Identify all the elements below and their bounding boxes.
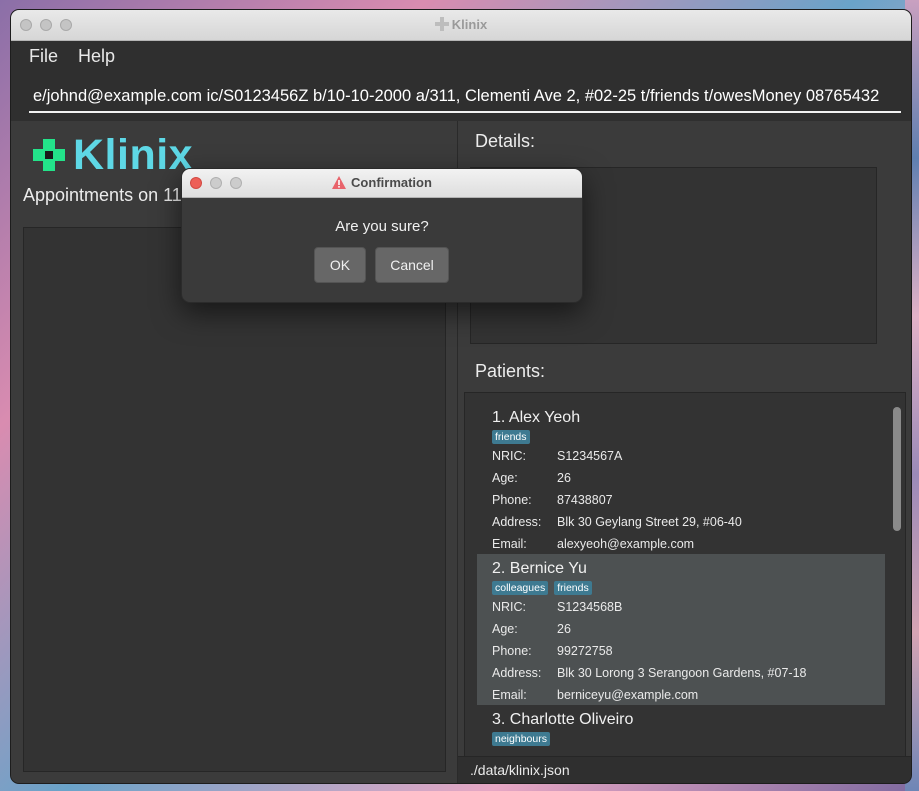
nric-row: NRIC: S1234567A (492, 445, 885, 467)
address-row: Address: Blk 30 Lorong 3 Serangoon Garden… (492, 662, 885, 684)
age-label: Age: (492, 622, 518, 636)
appointments-list[interactable] (23, 227, 446, 772)
tag-badge: colleagues (492, 581, 549, 595)
age-row: Age: 26 (492, 618, 885, 640)
email-label: Email: (492, 537, 527, 551)
app-logo: Klinix (31, 133, 193, 177)
patient-list-scrollbar[interactable] (893, 407, 901, 531)
window-title: Klinix (11, 17, 911, 32)
menu-help[interactable]: Help (68, 46, 125, 67)
logo-plus-icon (33, 139, 65, 171)
phone-label: Phone: (492, 493, 532, 507)
patient-card[interactable]: 1. Alex Yeoh friends NRIC: S1234567A Age:… (477, 403, 885, 554)
age-label: Age: (492, 471, 518, 485)
confirmation-dialog: Confirmation Are you sure? OK Cancel (181, 168, 583, 303)
patient-tags: colleagues friends (492, 581, 885, 595)
email-value: berniceyu@example.com (557, 688, 699, 702)
patient-list[interactable]: 1. Alex Yeoh friends NRIC: S1234567A Age:… (464, 392, 906, 769)
age-row: Age: 26 (492, 467, 885, 489)
dialog-title-text: Confirmation (351, 175, 432, 190)
data-file-path: ./data/klinix.json (470, 762, 570, 778)
command-input[interactable]: 08765432 e/johnd@example.com ic/S0123456… (29, 77, 901, 113)
phone-row: Phone: 99272758 (492, 640, 885, 662)
cancel-button[interactable]: Cancel (375, 247, 449, 283)
appointments-title: Appointments on 11- (23, 185, 188, 205)
status-bar: ./data/klinix.json (458, 756, 911, 783)
email-row: Email: alexyeoh@example.com (492, 533, 885, 555)
email-value: alexyeoh@example.com (557, 537, 695, 551)
patient-card[interactable]: 2. Bernice Yu colleagues friends NRIC: S1… (477, 554, 885, 705)
nric-value: S1234568B (557, 600, 623, 614)
age-value: 26 (557, 622, 571, 636)
tag-badge: friends (492, 430, 530, 444)
email-row: Email: berniceyu@example.com (492, 684, 885, 706)
details-title: Details: (475, 131, 536, 151)
app-window: Klinix File Help 08765432 e/johnd@exampl… (11, 10, 911, 783)
address-value: Blk 30 Geylang Street 29, #06-40 (557, 515, 742, 529)
dialog-title: Confirmation (182, 175, 582, 190)
email-label: Email: (492, 688, 527, 702)
patient-tags: neighbours (492, 732, 885, 746)
nric-label: NRIC: (492, 600, 527, 614)
command-area: 08765432 e/johnd@example.com ic/S0123456… (11, 71, 911, 123)
window-title-text: Klinix (451, 17, 488, 32)
ok-button[interactable]: OK (314, 247, 366, 283)
phone-label: Phone: (492, 644, 532, 658)
age-value: 26 (557, 471, 571, 485)
phone-value: 99272758 (557, 644, 613, 658)
warning-icon (332, 176, 347, 189)
patient-name: 2. Bernice Yu (492, 560, 587, 577)
nric-value: S1234567A (557, 449, 623, 463)
address-value: Blk 30 Lorong 3 Serangoon Gardens, #07-1… (557, 666, 807, 680)
address-row: Address: Blk 30 Geylang Street 29, #06-40 (492, 511, 885, 533)
dialog-message: Are you sure? (335, 218, 429, 235)
logo-text: Klinix (73, 131, 194, 179)
patient-name: 3. Charlotte Oliveiro (492, 711, 634, 728)
address-label: Address: (492, 515, 542, 529)
phone-row: Phone: 87438807 (492, 489, 885, 511)
phone-value: 87438807 (557, 493, 613, 507)
app-plus-icon (434, 17, 449, 31)
window-titlebar[interactable]: Klinix (11, 10, 911, 41)
patient-name: 1. Alex Yeoh (492, 409, 581, 426)
nric-row: NRIC: S1234568B (492, 596, 885, 618)
address-label: Address: (492, 666, 542, 680)
nric-label: NRIC: (492, 449, 527, 463)
patients-title: Patients: (475, 361, 546, 381)
tag-badge: friends (554, 581, 592, 595)
dialog-titlebar[interactable]: Confirmation (182, 169, 582, 198)
command-text: 08765432 e/johnd@example.com ic/S0123456… (33, 87, 880, 105)
menu-file[interactable]: File (11, 46, 68, 67)
tag-badge: neighbours (492, 732, 550, 746)
patient-tags: friends (492, 430, 885, 444)
menu-bar: File Help (11, 41, 911, 71)
